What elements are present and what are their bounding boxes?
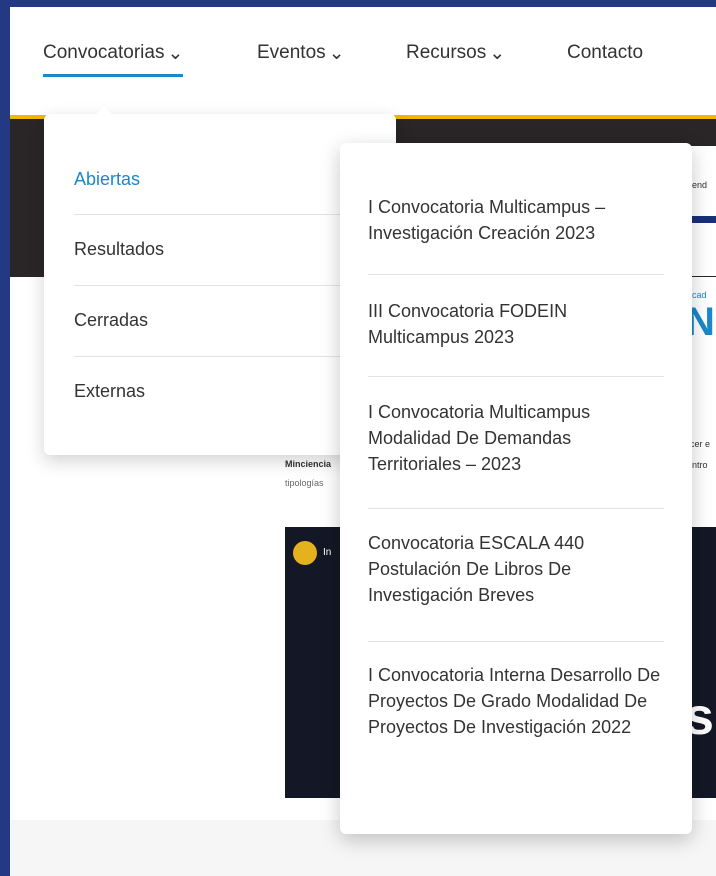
video-channel-label: In [323,547,332,558]
nav-item-label: Convocatorias [43,42,165,63]
bg-text-right1: cer e [690,439,711,449]
divider [368,641,664,642]
nav-item-label: Recursos [406,42,487,63]
nav-item-contacto[interactable]: Contacto [567,39,643,67]
divider [368,274,664,275]
nav-item-eventos[interactable]: Eventos ⌄ [257,39,345,67]
submenu-item[interactable]: I Convocatoria Multicampus – Investigaci… [368,194,668,246]
submenu-item[interactable]: I Convocatoria Multicampus Modalidad De … [368,399,668,477]
top-navbar: Convocatorias ⌄ Eventos ⌄ Recursos ⌄ Con… [10,7,716,117]
nav-item-recursos[interactable]: Recursos ⌄ [406,39,505,67]
chevron-down-icon: ⌄ [489,42,506,64]
channel-logo-icon [293,541,317,565]
window-frame-top [0,0,716,7]
abiertas-submenu: I Convocatoria Multicampus – Investigaci… [340,143,692,834]
bg-text-clase: icad [690,290,707,300]
dropdown-item-externas[interactable]: Externas [74,356,374,426]
chevron-down-icon: ⌄ [167,42,184,64]
chevron-down-icon: ⌄ [328,42,345,64]
window-frame-left [0,0,10,876]
submenu-item[interactable]: III Convocatoria FODEIN Multicampus 2023 [368,298,668,350]
bg-text-right2: intro [690,460,708,470]
submenu-item[interactable]: Convocatoria ESCALA 440 Postulación De L… [368,530,668,608]
bg-text-minciencias: Minciencia [285,459,332,469]
dropdown-item-abiertas[interactable]: Abiertas [74,144,374,214]
dropdown-item-cerradas[interactable]: Cerradas [74,285,374,355]
nav-item-label: Eventos [257,42,326,63]
bg-text-tipologias: tipologías [285,478,324,488]
nav-item-label: Contacto [567,42,644,63]
divider [368,508,664,509]
active-underline [43,74,184,77]
submenu-item[interactable]: I Convocatoria Interna Desarrollo De Pro… [368,662,668,740]
dropdown-item-resultados[interactable]: Resultados [74,214,374,284]
nav-item-convocatorias[interactable]: Convocatorias ⌄ [43,39,184,77]
bg-text-calendar: lend [690,180,708,190]
dropdown-caret [96,106,112,114]
divider [368,376,664,377]
